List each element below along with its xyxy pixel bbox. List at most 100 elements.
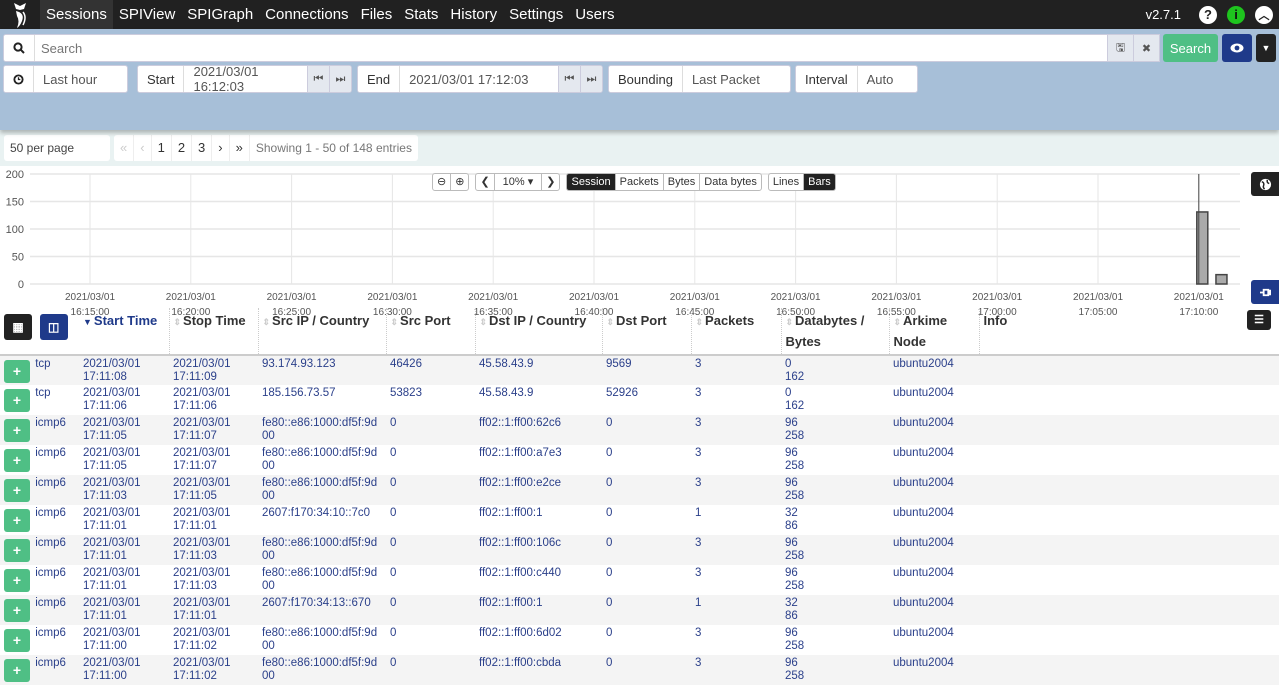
start-date[interactable]: 2021/03/01 [83, 447, 165, 460]
stop-time[interactable]: 17:11:02 [173, 670, 254, 683]
expand-session-button[interactable]: + [4, 569, 30, 592]
zoom-in-icon[interactable]: ⊕ [450, 174, 468, 190]
databytes[interactable]: 96 [785, 447, 885, 460]
src-port[interactable]: 46426 [390, 358, 471, 371]
pan-left-icon[interactable]: ❮ [476, 174, 493, 190]
src-ip[interactable]: fe80::e86:1000:df5f:9d00 [262, 567, 382, 593]
session-row[interactable]: + icmp6 2021/03/01 17:11:05 2021/03/01 17:11… [0, 445, 1279, 475]
protocol[interactable]: icmp6 [35, 627, 66, 640]
stop-date[interactable]: 2021/03/01 [173, 507, 254, 520]
start-time[interactable]: 17:11:00 [83, 670, 165, 683]
nav-settings[interactable]: Settings [503, 0, 569, 29]
protocol[interactable]: icmp6 [35, 567, 66, 580]
session-row[interactable]: + icmp6 2021/03/01 17:11:03 2021/03/01 17:11… [0, 475, 1279, 505]
arkime-node[interactable]: ubuntu2004 [893, 537, 975, 550]
nav-users[interactable]: Users [569, 0, 620, 29]
databytes[interactable]: 32 [785, 597, 885, 610]
column-header-stop-time[interactable]: ⇕ Stop Time [168, 308, 258, 356]
pan-right-icon[interactable]: ❯ [541, 174, 559, 190]
protocol[interactable]: icmp6 [35, 447, 66, 460]
dst-port[interactable]: 0 [606, 507, 687, 520]
zoom-out-icon[interactable]: ⊖ [433, 174, 450, 190]
bytes[interactable]: 86 [785, 520, 885, 533]
chevron-up-icon[interactable]: ︿ [1255, 5, 1273, 24]
dst-port[interactable]: 0 [606, 417, 687, 430]
pan-amount-select[interactable]: 10% ▾ [493, 174, 542, 190]
packets[interactable]: 3 [695, 537, 777, 550]
metric-bytes-button[interactable]: Bytes [662, 174, 700, 190]
bytes[interactable]: 258 [785, 670, 885, 683]
stop-date[interactable]: 2021/03/01 [173, 358, 254, 371]
start-date[interactable]: 2021/03/01 [83, 567, 165, 580]
src-port[interactable]: 0 [390, 537, 471, 550]
src-ip[interactable]: 2607:f170:34:13::670 [262, 597, 382, 610]
next-page-button[interactable]: › [211, 135, 228, 161]
stop-time[interactable]: 17:11:09 [173, 371, 254, 384]
bytes[interactable]: 162 [785, 400, 885, 413]
dst-port[interactable]: 0 [606, 567, 687, 580]
bytes[interactable]: 258 [785, 460, 885, 473]
interval-select[interactable]: Auto [858, 66, 903, 92]
start-time[interactable]: 17:11:00 [83, 640, 165, 653]
stop-date[interactable]: 2021/03/01 [173, 567, 254, 580]
arkime-node[interactable]: ubuntu2004 [893, 597, 975, 610]
start-prev-icon[interactable]: ⏮ [307, 66, 329, 92]
dst-port[interactable]: 0 [606, 537, 687, 550]
stop-time[interactable]: 17:11:03 [173, 550, 254, 563]
packets[interactable]: 3 [695, 627, 777, 640]
start-next-icon[interactable]: ⏭ [329, 66, 351, 92]
databytes[interactable]: 96 [785, 657, 885, 670]
packets[interactable]: 1 [695, 597, 777, 610]
arkime-node[interactable]: ubuntu2004 [893, 627, 975, 640]
packets[interactable]: 3 [695, 477, 777, 490]
protocol[interactable]: icmp6 [35, 477, 66, 490]
arkime-node[interactable]: ubuntu2004 [893, 477, 975, 490]
protocol[interactable]: tcp [35, 387, 50, 400]
dst-port[interactable]: 0 [606, 657, 687, 670]
search-input[interactable] [35, 35, 1107, 61]
src-ip[interactable]: 185.156.73.57 [262, 387, 382, 400]
end-time-input[interactable]: 2021/03/01 17:12:03 [400, 66, 558, 92]
stop-time[interactable]: 17:11:05 [173, 490, 254, 503]
start-time[interactable]: 17:11:06 [83, 400, 165, 413]
start-time[interactable]: 17:11:01 [83, 610, 165, 623]
start-time[interactable]: 17:11:08 [83, 371, 165, 384]
src-port[interactable]: 0 [390, 597, 471, 610]
start-date[interactable]: 2021/03/01 [83, 627, 165, 640]
dst-ip[interactable]: ff02::1:ff00:c440 [479, 567, 598, 580]
column-header-dst-port[interactable]: ⇕ Dst Port [601, 308, 691, 356]
dst-ip[interactable]: ff02::1:ff00:1 [479, 597, 598, 610]
src-port[interactable]: 0 [390, 657, 471, 670]
packets[interactable]: 3 [695, 358, 777, 371]
save-search-icon[interactable]: 🖫 [1107, 35, 1133, 61]
info-icon[interactable]: i [1227, 5, 1245, 24]
databytes[interactable]: 96 [785, 477, 885, 490]
databytes[interactable]: 0 [785, 358, 885, 371]
arkime-node[interactable]: ubuntu2004 [893, 507, 975, 520]
session-row[interactable]: + icmp6 2021/03/01 17:11:01 2021/03/01 17:11… [0, 565, 1279, 595]
stop-time[interactable]: 17:11:01 [173, 610, 254, 623]
packets[interactable]: 3 [695, 447, 777, 460]
stop-date[interactable]: 2021/03/01 [173, 387, 254, 400]
start-date[interactable]: 2021/03/01 [83, 537, 165, 550]
databytes[interactable]: 0 [785, 387, 885, 400]
last-page-button[interactable]: » [228, 135, 249, 161]
expand-session-button[interactable]: + [4, 419, 30, 442]
dst-ip[interactable]: 45.58.43.9 [479, 387, 598, 400]
arkime-node[interactable]: ubuntu2004 [893, 417, 975, 430]
stop-time[interactable]: 17:11:07 [173, 460, 254, 473]
stop-date[interactable]: 2021/03/01 [173, 627, 254, 640]
column-header-src-port[interactable]: ⇕ Src Port [385, 308, 475, 356]
dst-ip[interactable]: 45.58.43.9 [479, 358, 598, 371]
dst-ip[interactable]: ff02::1:ff00:cbda [479, 657, 598, 670]
column-header-info[interactable]: Info ☰ [978, 308, 1279, 356]
view-eye-button[interactable] [1222, 34, 1252, 62]
session-row[interactable]: + icmp6 2021/03/01 17:11:00 2021/03/01 17:11… [0, 625, 1279, 655]
arkime-logo[interactable] [0, 0, 40, 29]
protocol[interactable]: icmp6 [35, 537, 66, 550]
dst-port[interactable]: 0 [606, 597, 687, 610]
src-ip[interactable]: fe80::e86:1000:df5f:9d00 [262, 537, 382, 563]
start-date[interactable]: 2021/03/01 [83, 417, 165, 430]
style-bars-button[interactable]: Bars [803, 174, 835, 190]
expand-session-button[interactable]: + [4, 449, 30, 472]
